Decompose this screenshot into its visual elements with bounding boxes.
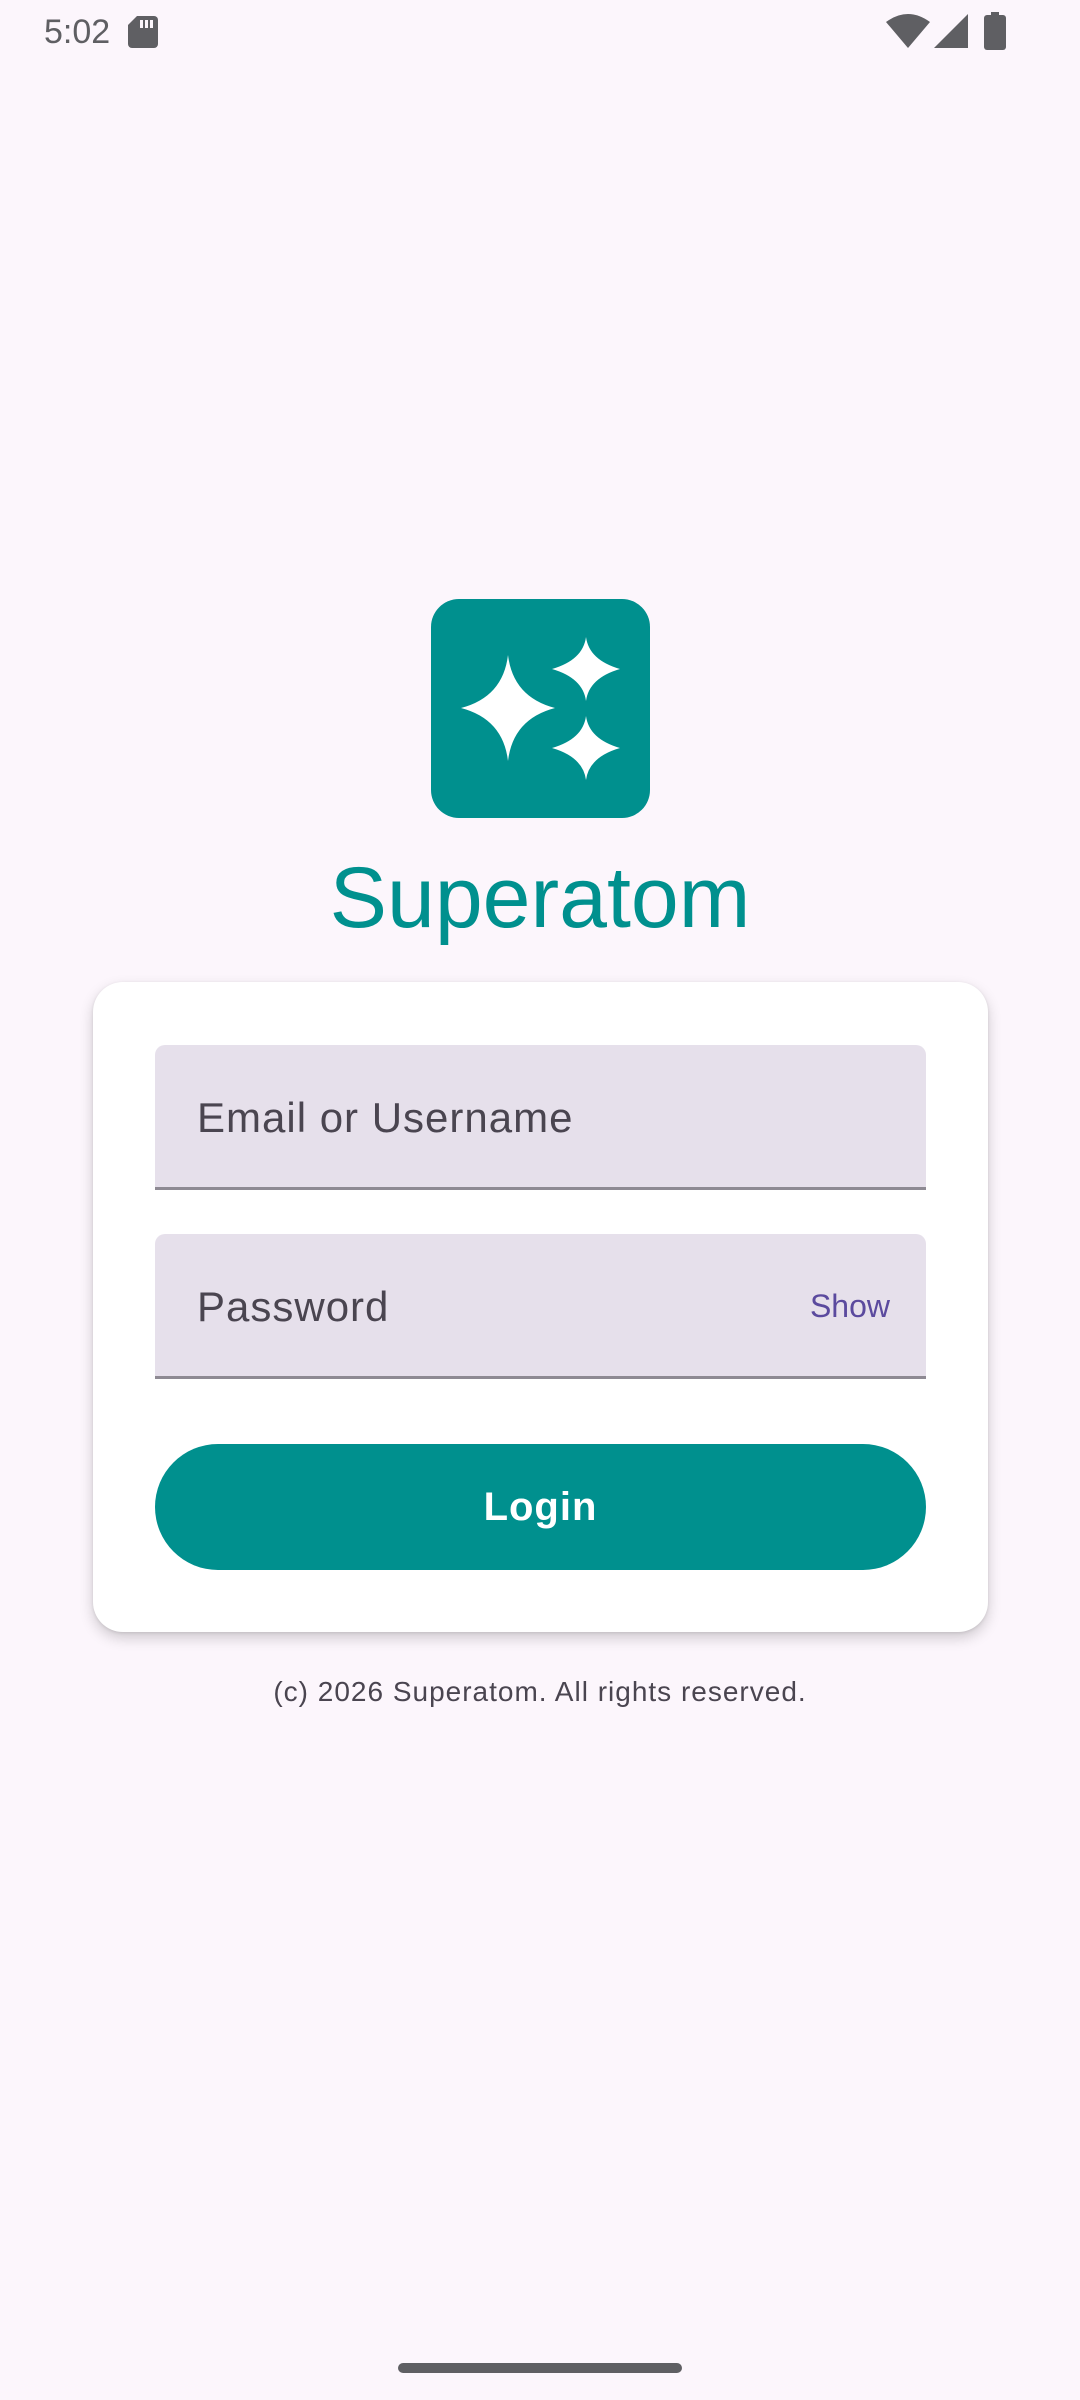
wifi-icon xyxy=(886,14,930,48)
sd-card-icon xyxy=(128,16,158,48)
login-button[interactable]: Login xyxy=(155,1444,926,1570)
password-placeholder: Password xyxy=(197,1283,390,1330)
status-bar: 5:02 xyxy=(0,0,1080,64)
home-indicator[interactable] xyxy=(398,2363,682,2373)
app-name: Superatom xyxy=(329,850,751,946)
password-field[interactable]: Password Show xyxy=(155,1234,926,1379)
app-logo xyxy=(431,599,650,818)
sparkles-icon xyxy=(461,637,620,780)
status-time: 5:02 xyxy=(44,13,111,51)
battery-icon xyxy=(984,12,1006,50)
email-field[interactable]: Email or Username xyxy=(155,1045,926,1190)
copyright-text: (c) 2026 Superatom. All rights reserved. xyxy=(273,1676,807,1707)
signal-icon xyxy=(934,14,968,48)
show-password-toggle[interactable]: Show xyxy=(810,1234,890,1379)
email-placeholder: Email or Username xyxy=(197,1094,574,1141)
login-card: Email or Username Password Show Login xyxy=(93,982,988,1632)
